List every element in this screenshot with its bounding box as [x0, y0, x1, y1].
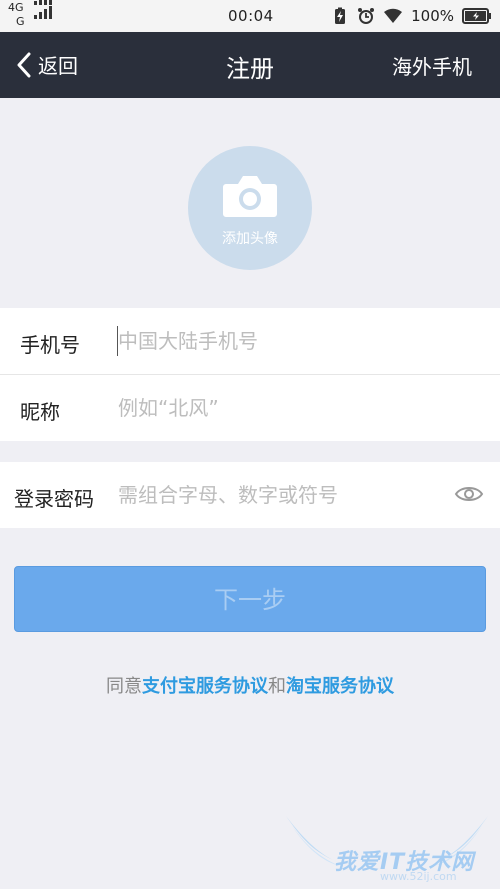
nickname-input[interactable] — [118, 389, 438, 427]
battery-percent: 100% — [411, 7, 454, 25]
back-label: 返回 — [38, 54, 78, 78]
eye-icon[interactable] — [454, 483, 484, 505]
phone-label: 手机号 — [20, 333, 80, 357]
agreement-text: 同意支付宝服务协议和淘宝服务协议 — [0, 672, 500, 698]
add-avatar-label: 添加头像 — [222, 231, 278, 247]
password-row: 登录密码 — [0, 462, 500, 528]
wifi-icon — [384, 8, 403, 23]
signal-icon: 4G G — [6, 0, 60, 30]
add-avatar-button[interactable]: 添加头像 — [188, 146, 312, 270]
agreement-conjunction: 和 — [268, 676, 286, 697]
password-form: 登录密码 — [0, 462, 500, 528]
clock: 00:04 — [228, 7, 274, 25]
network-type-top: 4G — [8, 1, 24, 14]
charging-icon — [335, 7, 346, 24]
agreement-prefix: 同意 — [106, 676, 142, 697]
next-step-button[interactable]: 下一步 — [14, 566, 486, 632]
nickname-row: 昵称 — [0, 374, 500, 441]
phone-input[interactable] — [118, 322, 438, 360]
password-label: 登录密码 — [14, 487, 94, 511]
account-form: 手机号 昵称 — [0, 308, 500, 441]
nav-bar: 返回 注册 海外手机 — [0, 32, 500, 98]
watermark: 我爱IT技术网 www.52ij.com — [282, 812, 492, 886]
network-type-bottom: G — [16, 15, 25, 28]
camera-icon — [223, 176, 277, 217]
password-input[interactable] — [118, 476, 438, 514]
phone-row: 手机号 — [0, 308, 500, 374]
battery-icon — [462, 8, 491, 24]
taobao-agreement-link[interactable]: 淘宝服务协议 — [286, 676, 394, 697]
status-bar: 4G G 00:04 100% — [0, 0, 500, 32]
back-button[interactable]: 返回 — [16, 50, 78, 79]
watermark-url: www.52ij.com — [380, 870, 457, 883]
alarm-icon — [358, 8, 375, 24]
alipay-agreement-link[interactable]: 支付宝服务协议 — [142, 676, 268, 697]
back-chevron-icon — [17, 52, 31, 77]
nickname-label: 昵称 — [20, 400, 60, 424]
overseas-phone-button[interactable]: 海外手机 — [392, 51, 472, 80]
